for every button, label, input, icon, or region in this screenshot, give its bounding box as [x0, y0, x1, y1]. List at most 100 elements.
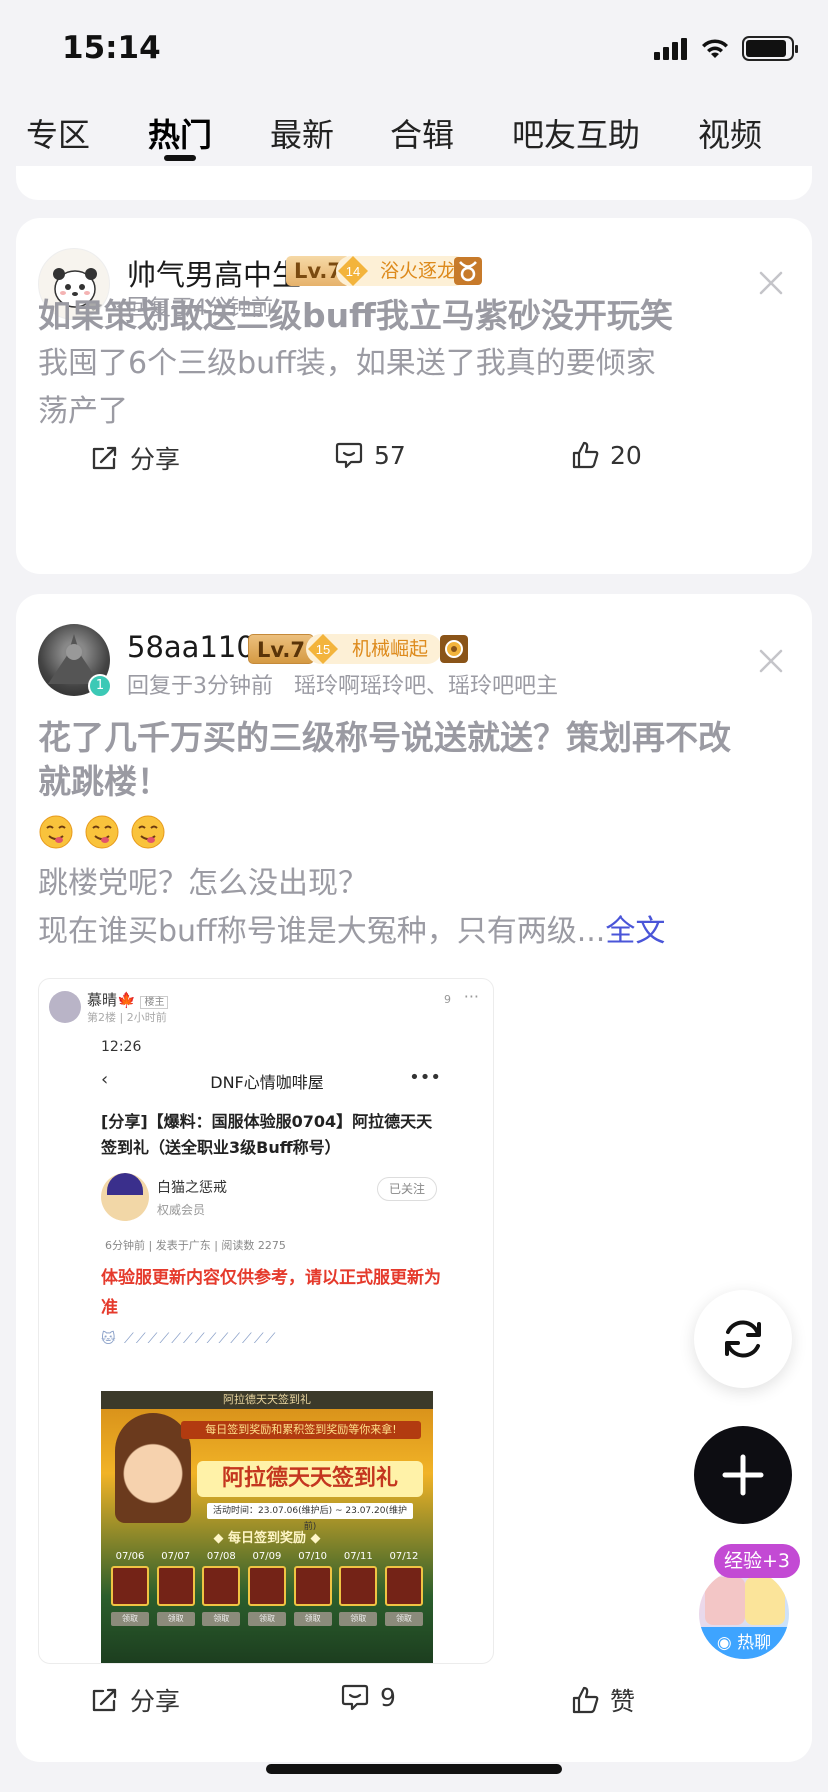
plus-icon — [722, 1454, 764, 1496]
banner-reward: ◆ 每日签到奖励 ◆ — [213, 1531, 321, 1546]
yum-emoji-icon — [39, 815, 73, 849]
category-tabs: 专区 热门 最新 合辑 吧友互助 视频 — [0, 100, 828, 166]
title-line: 就跳楼！ — [38, 762, 170, 801]
svg-text:15: 15 — [316, 642, 330, 657]
tab-latest[interactable]: 最新 — [270, 110, 334, 156]
post-actions: 分享 57 20 — [16, 440, 812, 490]
banner-sub: 每日签到奖励和累积签到奖励等你来拿! — [181, 1421, 421, 1439]
chat-thumbnail — [745, 1577, 785, 1625]
banner-period: 活动时间：23.07.06(维护后) ~ 23.07.20(维护前) — [207, 1503, 413, 1532]
tab-zone[interactable]: 专区 — [26, 110, 90, 156]
floor-info: 第2楼 | 2小时前 — [87, 1011, 167, 1024]
yum-emoji-icon — [131, 815, 165, 849]
wifi-icon — [702, 38, 728, 58]
post-body[interactable]: 我囤了6个三级buff装，如果送了我真的要倾家 荡产了 — [38, 340, 790, 436]
date-cell: 07/08 领取 — [202, 1551, 241, 1626]
level-badge: Lv.7 — [248, 634, 314, 664]
tab-hot[interactable]: 热门 — [148, 110, 212, 156]
active-tab-indicator — [164, 155, 196, 161]
honor-title: 机械崛起 — [352, 638, 429, 660]
exp-tag: 经验+3 — [714, 1544, 801, 1578]
battery-icon — [742, 36, 798, 61]
shot-author: 白猫之惩戒 — [157, 1180, 227, 1196]
honor-title: 浴火逐龙 — [380, 260, 457, 282]
comment-count: 57 — [374, 440, 406, 470]
diamond-icon: 15 — [308, 634, 338, 664]
thumbs-up-icon — [572, 1686, 599, 1714]
share-button[interactable]: 分享 — [90, 440, 180, 476]
date-list: 07/06 领取 07/07 领取 07/08 领取 07/09 领取 07/10 领取 … — [111, 1551, 423, 1626]
create-post-button[interactable] — [694, 1426, 792, 1524]
gear-medal-icon — [440, 635, 468, 663]
comment-count: 9 — [380, 1682, 396, 1712]
share-button[interactable]: 分享 — [90, 1682, 180, 1718]
shot-notice: 体验服更新内容仅供参考，请以正式服更新为准 — [101, 1268, 441, 1318]
status-time: 15:14 — [62, 30, 161, 66]
author-avatar — [101, 1173, 149, 1221]
shot-headline: [分享]【爆料：国服体验服0704】阿拉德天天签到礼（送全职业3级Buff称号） — [101, 1112, 433, 1157]
chat-icon: ◉ — [716, 1633, 738, 1653]
author-name[interactable]: 帅气男高中生 — [127, 252, 301, 294]
post-title[interactable]: 花了几千万买的三级称号说送就送？策划再不改 就跳楼！ — [38, 716, 790, 804]
svg-text:14: 14 — [346, 264, 360, 279]
home-indicator — [266, 1764, 562, 1774]
banner-top: 阿拉德天天签到礼 — [101, 1391, 433, 1409]
verified-badge-icon: 1 — [88, 674, 112, 698]
emoji-row — [38, 814, 166, 850]
post-image[interactable]: 慕晴🍁 楼主 第2楼 | 2小时前 9 ··· 12:26 ‹ DNF心情咖啡屋… — [38, 978, 494, 1664]
full-text-link[interactable]: 全文 — [605, 914, 665, 949]
diamond-icon: 14 — [338, 256, 368, 286]
body-line: 跳楼党呢？怎么没出现？ — [38, 866, 368, 901]
more-icon: ••• — [409, 1067, 441, 1088]
date-cell: 07/06 领取 — [111, 1551, 149, 1626]
character-illustration — [115, 1413, 191, 1523]
like-count: 20 — [610, 440, 642, 470]
post-actions: 分享 9 赞 — [16, 1682, 812, 1732]
shot-time: 12:26 — [101, 1039, 142, 1055]
previous-post-card — [16, 166, 812, 200]
fish-emoji-row: 🐱 ⟋⟋⟋⟋⟋⟋⟋⟋⟋⟋⟋⟋⟋ — [101, 1331, 278, 1347]
date-cell: 07/11 领取 — [339, 1551, 378, 1626]
like-button[interactable]: 20 — [570, 440, 642, 470]
refresh-button[interactable] — [694, 1290, 792, 1388]
comment-button[interactable]: 9 — [340, 1682, 396, 1712]
post-card[interactable]: 1 58aa110 Lv.7 15 机械崛起 回复于3分钟前 瑶玲啊瑶玲吧、瑶玲… — [16, 594, 812, 1762]
tab-video[interactable]: 视频 — [698, 110, 762, 156]
body-line: 我囤了6个三级buff装，如果送了我真的要倾家 — [38, 346, 656, 381]
author-name[interactable]: 58aa110 — [127, 630, 255, 664]
chat-thumbnail — [705, 1577, 745, 1625]
shot-follow: 已关注 — [377, 1177, 437, 1201]
shot-info: 6分钟前 | 发表于广东 | 阅读数 2275 — [105, 1239, 286, 1252]
comment-button[interactable]: 57 — [334, 440, 406, 470]
post-body[interactable]: 跳楼党呢？怎么没出现？ 现在谁买buff称号谁是大冤种，只有两级...全文 — [38, 860, 790, 956]
tab-mutual-help[interactable]: 吧友互助 — [512, 110, 640, 156]
tab-collection[interactable]: 合辑 — [390, 110, 454, 156]
share-icon — [92, 446, 117, 470]
close-icon[interactable] — [758, 270, 784, 296]
date-cell: 07/12 领取 — [384, 1551, 423, 1626]
close-icon[interactable] — [758, 648, 784, 674]
event-banner: 阿拉德天天签到礼 每日签到奖励和累积签到奖励等你来拿! 阿拉德天天签到礼 活动时… — [101, 1391, 433, 1663]
body-line: 荡产了 — [38, 394, 128, 429]
honor-badge: 15 机械崛起 — [306, 634, 443, 664]
banner-title: 阿拉德天天签到礼 — [197, 1461, 423, 1497]
more-icon: ··· — [463, 987, 479, 1006]
date-cell: 07/10 领取 — [293, 1551, 332, 1626]
post-title-text: 如果策划敢送三级buff我立马紫砂没开玩笑 — [38, 296, 673, 335]
comment-icon — [335, 442, 363, 469]
date-cell: 07/09 领取 — [247, 1551, 286, 1626]
like-button[interactable]: 赞 — [570, 1682, 635, 1718]
yum-emoji-icon — [85, 815, 119, 849]
post-card[interactable]: 帅气男高中生 Lv.7 14 浴火逐龙 回复于4分钟前 如果策划敢送三级buff… — [16, 218, 812, 574]
reply-meta: 回复于3分钟前 瑶玲啊瑶玲吧、瑶玲吧吧主 — [127, 674, 558, 699]
view-count: 9 — [444, 993, 451, 1006]
status-icons — [654, 36, 798, 61]
share-label: 分享 — [130, 1687, 181, 1716]
share-icon — [92, 1688, 117, 1712]
chat-label: ◉ 热聊 — [699, 1627, 789, 1659]
poster-name: 慕晴🍁 楼主 — [87, 989, 169, 1010]
taurus-icon — [454, 257, 482, 285]
hot-chat-button[interactable]: ◉ 热聊 — [696, 1566, 792, 1662]
share-label: 分享 — [130, 445, 181, 474]
status-bar: 15:14 — [0, 0, 828, 92]
